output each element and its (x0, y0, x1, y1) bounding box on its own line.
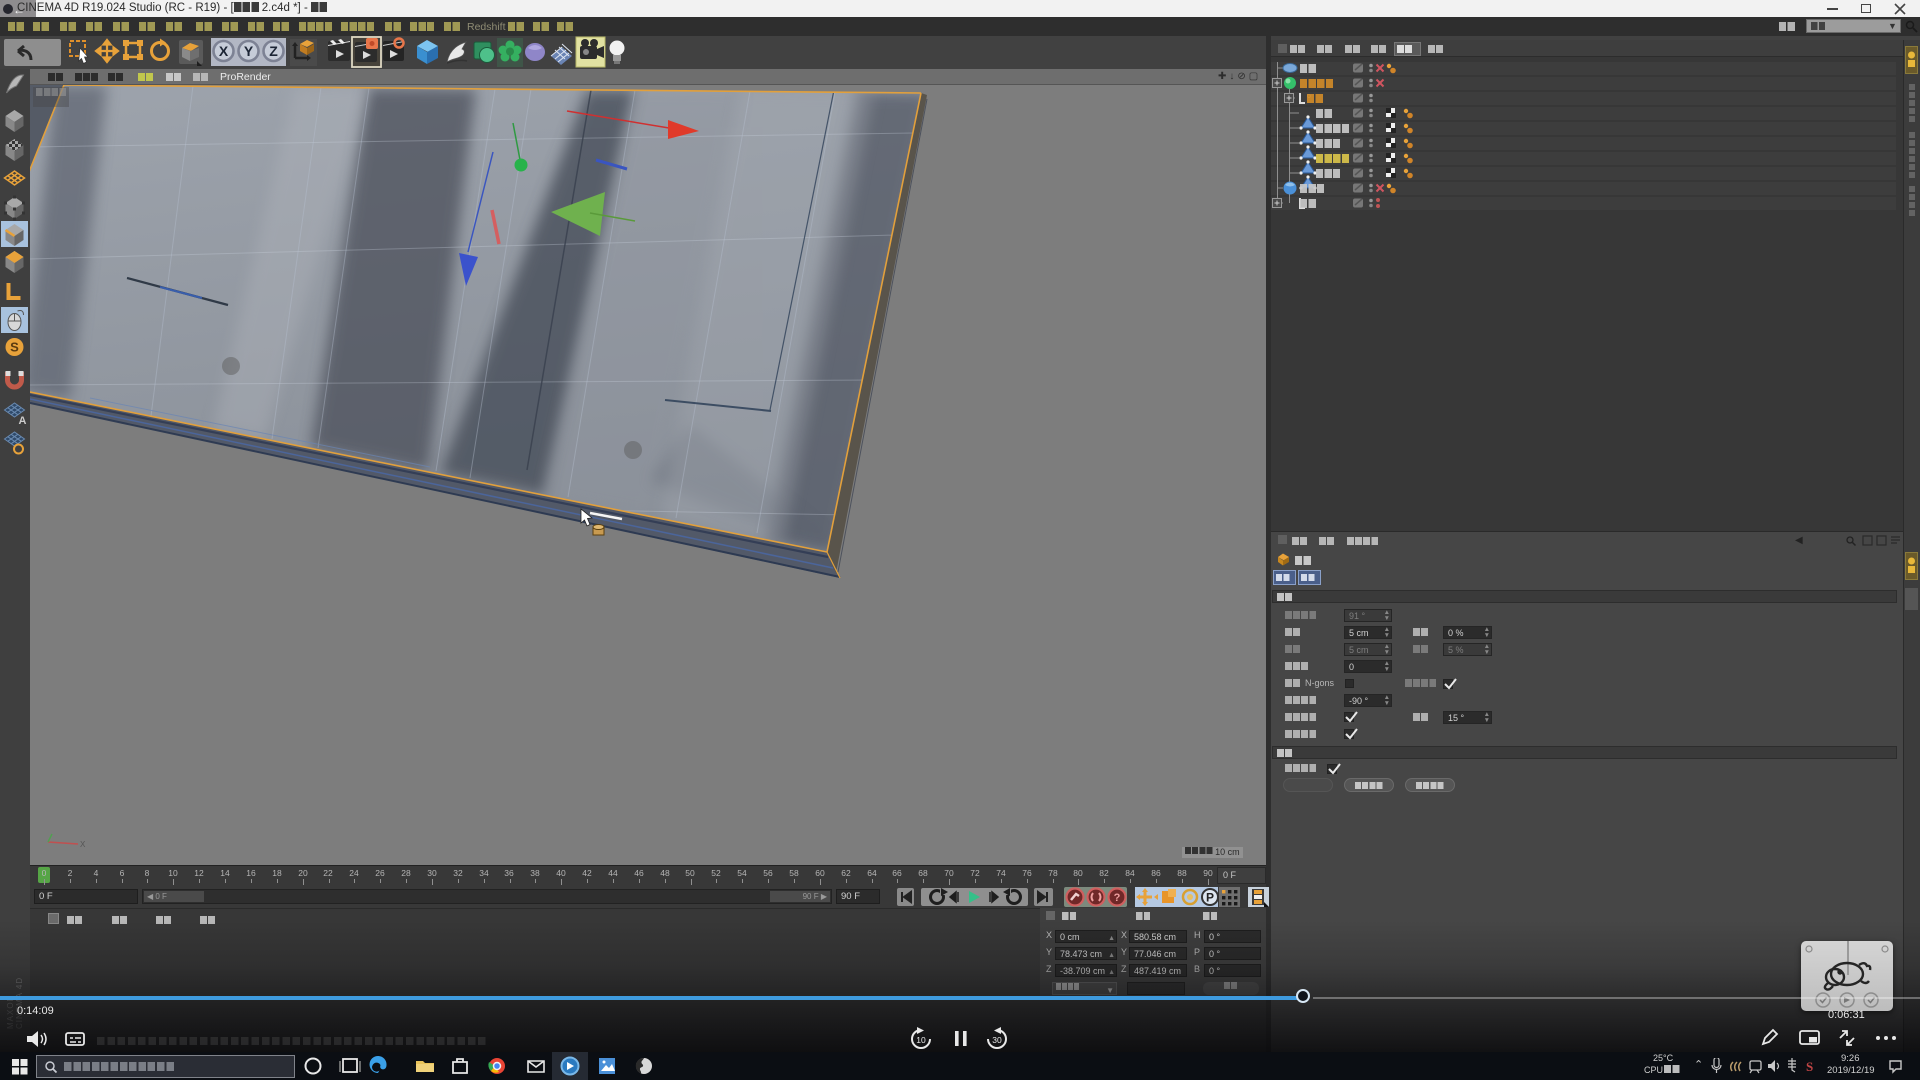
svg-text:30: 30 (992, 1035, 1002, 1045)
svg-text:S: S (10, 340, 19, 355)
svg-text:Y: Y (244, 43, 254, 59)
svg-text:?: ? (1114, 892, 1121, 904)
svg-text:X: X (80, 840, 86, 849)
svg-text:X: X (219, 43, 229, 59)
svg-text:10: 10 (916, 1035, 926, 1045)
svg-text:P: P (1206, 891, 1214, 905)
svg-text:S: S (1806, 1059, 1813, 1074)
svg-text:Z: Z (269, 43, 278, 59)
svg-text:A: A (19, 415, 27, 427)
